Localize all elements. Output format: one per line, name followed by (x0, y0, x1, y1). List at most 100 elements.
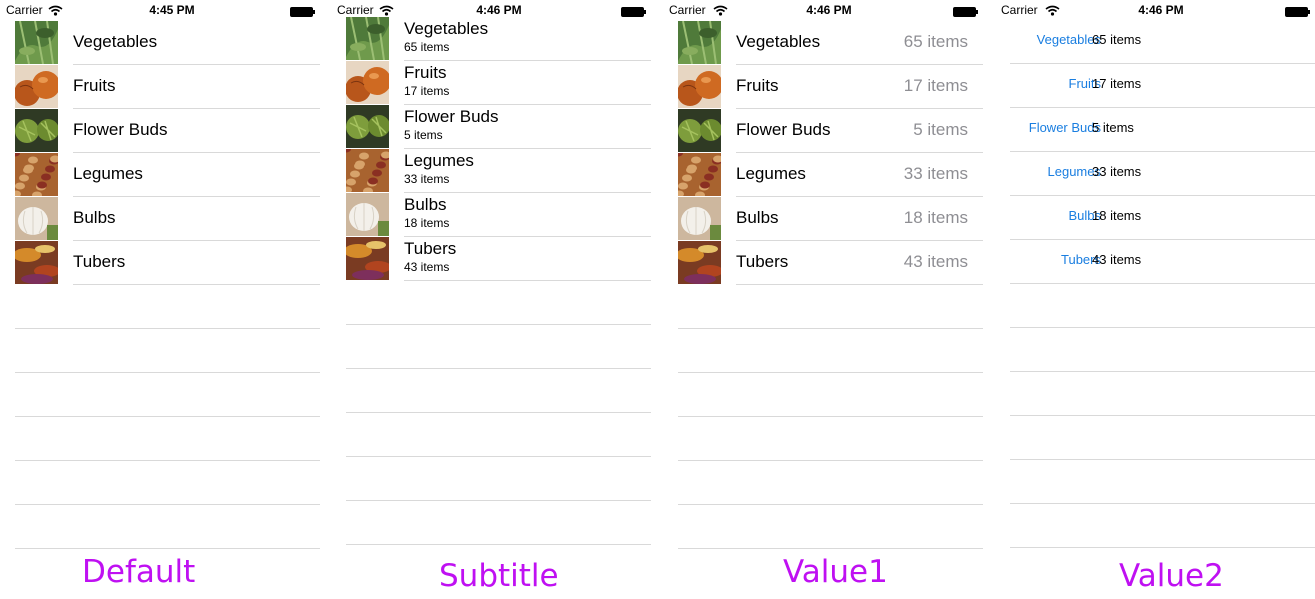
table-cell-legumes[interactable]: Legumes 33 items (995, 151, 1315, 195)
cell-detail: 65 items (903, 32, 968, 51)
cell-title: Bulbs (736, 208, 779, 227)
row-separator (15, 416, 320, 417)
cell-detail: 5 items (1092, 120, 1134, 135)
table-cell-vegetables[interactable]: Vegetables 65 items (331, 16, 651, 61)
table-cell-tubers[interactable]: Tubers 43 items (663, 240, 983, 284)
table-cell-bulbs[interactable]: Bulbs (0, 196, 320, 240)
row-separator (1010, 371, 1315, 372)
cell-title: Fruits (404, 63, 447, 82)
cell-title: Vegetables (736, 32, 821, 51)
thumbnail-image (10, 149, 60, 199)
cell-text-stack: Legumes 33 items (346, 148, 646, 192)
cell-detail: 17 items (903, 76, 968, 95)
row-separator (678, 328, 983, 329)
table-cell-bulbs[interactable]: Bulbs 18 items (663, 196, 983, 240)
table-cell-fruits[interactable]: Fruits 17 items (995, 63, 1315, 107)
row-separator (346, 412, 651, 413)
table-cell-legumes[interactable]: Legumes 33 items (663, 149, 983, 199)
phone-screen-value2: Carrier 4:46 PM Vegetables 65 items Fruits 17… (995, 0, 1315, 599)
cell-text-stack: Vegetables 65 items (346, 16, 646, 60)
phone-screen-subtitle: Carrier 4:46 PM Vegetables 65 items Fruits 17… (331, 0, 651, 599)
cell-title: Bulbs (73, 208, 116, 227)
row-separator (1010, 547, 1315, 548)
table-cell-flower-buds[interactable]: Flower Buds 5 items (995, 107, 1315, 151)
table-cell-tubers[interactable]: Tubers 43 items (331, 236, 651, 280)
cell-title: Vegetables (404, 19, 489, 38)
row-separator (73, 284, 320, 285)
row-separator (346, 368, 651, 369)
row-separator (346, 544, 651, 545)
row-separator (736, 284, 983, 285)
table-view[interactable]: Vegetables 65 items Fruits 17 items Flower B… (995, 0, 1315, 599)
cell-detail: 18 items (1092, 208, 1142, 223)
cell-title: Legumes (404, 151, 474, 170)
table-view[interactable]: Vegetables 65 items Fruits 17 items Flower B… (663, 0, 983, 599)
cell-subtitle: 65 items (404, 40, 450, 54)
cell-text-stack: Fruits 17 items (346, 60, 646, 104)
cell-detail: 18 items (903, 208, 968, 227)
cell-subtitle: 17 items (404, 84, 450, 98)
cell-detail: 17 items (1092, 76, 1142, 91)
cell-detail: 33 items (1092, 164, 1142, 179)
row-separator (678, 416, 983, 417)
thumbnail-image (14, 65, 60, 108)
thumbnail-image (15, 197, 58, 240)
thumbnail-image (678, 20, 721, 65)
cell-title: Legumes (736, 164, 806, 183)
cell-detail: 5 items (913, 120, 968, 139)
cell-text-stack: Bulbs 18 items (346, 192, 646, 236)
table-cell-flower-buds[interactable]: Flower Buds 5 items (663, 108, 983, 152)
style-caption: Subtitle (439, 558, 559, 594)
cell-detail: 43 items (903, 252, 968, 271)
phone-screen-value1: Carrier 4:46 PM Vegetables 65 items Fruits 17… (663, 0, 983, 599)
cell-title: Flower Buds (73, 120, 168, 139)
table-view[interactable]: Vegetables Fruits Flower Buds Legumes Bulbs T… (0, 0, 320, 599)
cell-title: Tubers (736, 252, 789, 271)
table-cell-fruits[interactable]: Fruits 17 items (331, 60, 651, 104)
table-cell-vegetables[interactable]: Vegetables 65 items (995, 19, 1315, 63)
table-cell-fruits[interactable]: Fruits 17 items (663, 64, 983, 108)
row-separator (15, 504, 320, 505)
style-caption: Value1 (783, 554, 888, 590)
cell-title: Tubers (404, 239, 457, 258)
cell-subtitle: 33 items (404, 172, 450, 186)
row-separator (678, 548, 983, 549)
cell-text-stack: Tubers 43 items (346, 236, 646, 280)
cell-text-stack: Flower Buds 5 items (346, 104, 646, 148)
cell-detail: 33 items (903, 164, 968, 183)
row-separator (346, 324, 651, 325)
row-separator (346, 456, 651, 457)
row-separator (346, 500, 651, 501)
cell-subtitle: 18 items (404, 216, 450, 230)
cell-title: Legumes (73, 164, 143, 183)
cell-title: Flower Buds (736, 120, 831, 139)
table-cell-vegetables[interactable]: Vegetables 65 items (663, 20, 983, 65)
row-separator (1010, 327, 1315, 328)
table-cell-bulbs[interactable]: Bulbs 18 items (995, 195, 1315, 239)
row-separator (15, 328, 320, 329)
row-separator (1010, 503, 1315, 504)
cell-title: Vegetables (73, 32, 158, 51)
row-separator (678, 460, 983, 461)
cell-title: Fruits (73, 76, 116, 95)
thumbnail-image (677, 65, 723, 108)
table-cell-bulbs[interactable]: Bulbs 18 items (331, 192, 651, 236)
row-separator (15, 372, 320, 373)
thumbnail-image (15, 20, 58, 65)
table-view[interactable]: Vegetables 65 items Fruits 17 items Flower B… (331, 0, 651, 599)
cell-detail: 65 items (1092, 32, 1142, 47)
cell-subtitle: 5 items (404, 128, 443, 142)
row-separator (1010, 283, 1315, 284)
table-cell-flower-buds[interactable]: Flower Buds 5 items (331, 104, 651, 148)
cell-subtitle: 43 items (404, 260, 450, 274)
table-cell-legumes[interactable]: Legumes 33 items (331, 145, 651, 195)
table-cell-tubers[interactable]: Tubers (0, 240, 320, 284)
table-cell-legumes[interactable]: Legumes (0, 149, 320, 199)
cell-detail: 43 items (1092, 252, 1142, 267)
cell-title: Tubers (73, 252, 126, 271)
phone-screen-default: Carrier 4:45 PM Vegetables Fruits Flower Bud… (0, 0, 320, 599)
table-cell-vegetables[interactable]: Vegetables (0, 20, 320, 65)
table-cell-flower-buds[interactable]: Flower Buds (0, 108, 320, 152)
table-cell-tubers[interactable]: Tubers 43 items (995, 239, 1315, 283)
table-cell-fruits[interactable]: Fruits (0, 64, 320, 108)
